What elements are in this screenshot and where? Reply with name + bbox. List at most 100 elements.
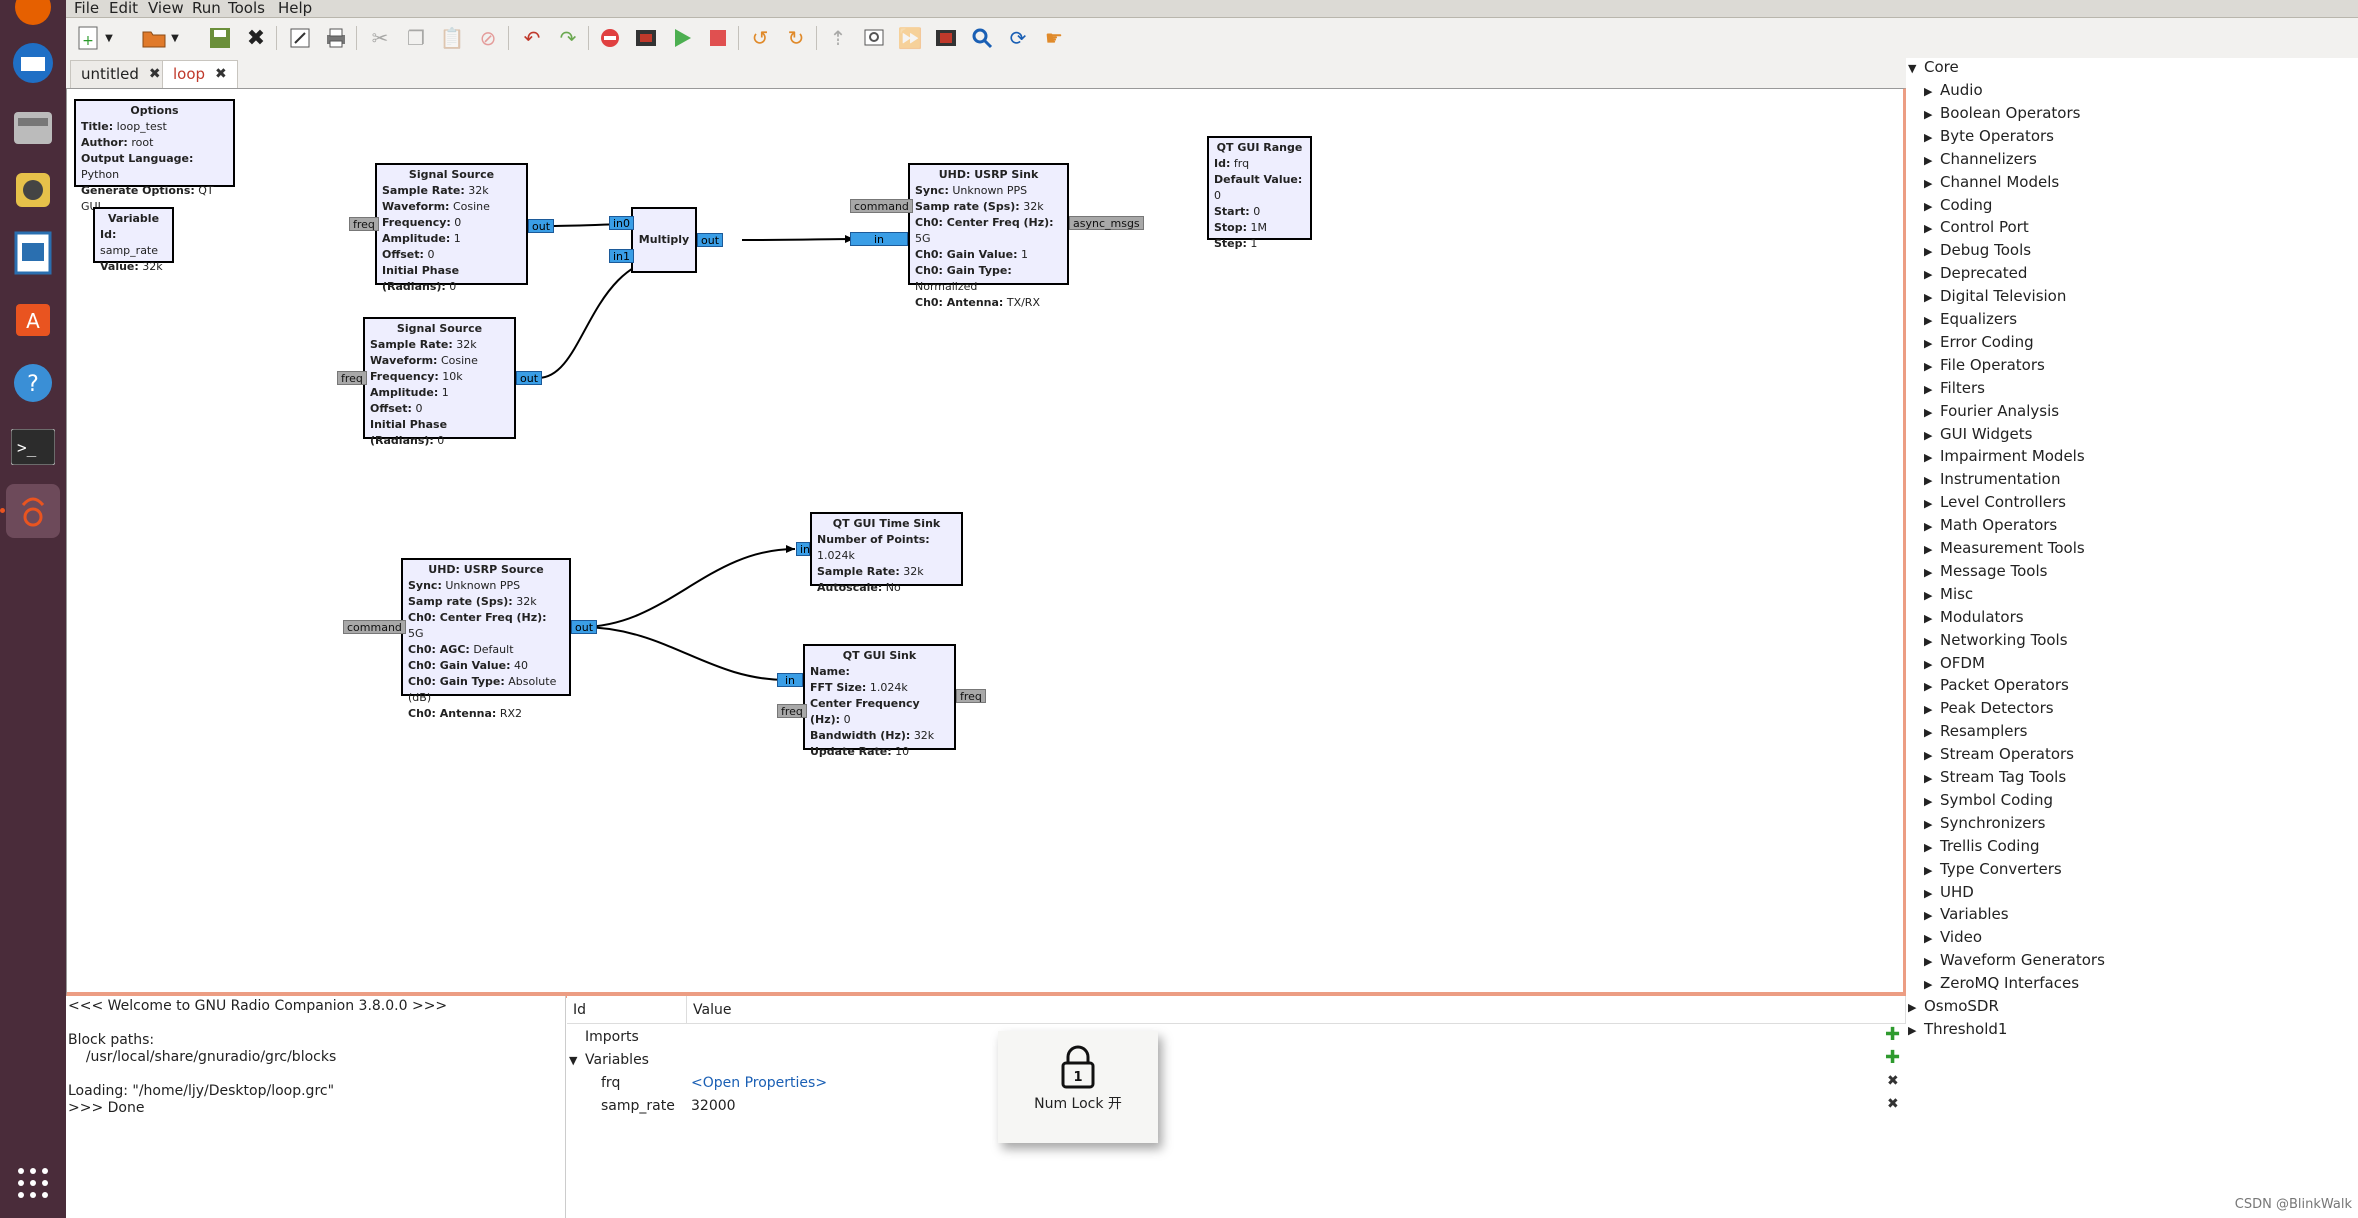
menu-help[interactable]: Help [278, 0, 312, 16]
rotate-ccw-icon[interactable]: ↺ [746, 24, 774, 52]
tree-node-category[interactable]: ▶ Networking Tools [1924, 631, 2068, 649]
tree-node-category[interactable]: ▶ UHD [1924, 883, 1974, 901]
imports-row[interactable]: Imports [585, 1029, 639, 1045]
tree-node-category[interactable]: ▶ OFDM [1924, 654, 1985, 672]
close-icon[interactable]: ✖ [149, 61, 161, 88]
tree-node-category[interactable]: ▶ Packet Operators [1924, 676, 2069, 694]
tree-node-category[interactable]: ▶ Boolean Operators [1924, 104, 2080, 122]
disable-block-icon[interactable] [596, 24, 624, 52]
signal-source-block[interactable]: Signal Source Sample Rate: 32k Waveform:… [363, 317, 516, 447]
block-library-tree[interactable]: ▼ Core ▶ Audio ▶ Boolean Operators ▶ Byte Oper… [1906, 58, 2358, 1218]
tree-node-category[interactable]: ▶ Stream Operators [1924, 745, 2074, 763]
show-apps-icon[interactable] [6, 1156, 60, 1210]
tree-node-category[interactable]: ▶ Stream Tag Tools [1924, 768, 2066, 786]
tree-node-category[interactable]: ▶ Digital Television [1924, 287, 2066, 305]
pointer-icon[interactable]: ☛ [1040, 24, 1068, 52]
usrp-sink-block[interactable]: UHD: USRP Sink Sync: Unknown PPS Samp ra… [908, 163, 1069, 309]
out-port[interactable]: out [571, 620, 598, 634]
flowgraph-canvas[interactable]: Options Title: loop_test Author: root Ou… [66, 88, 1907, 998]
tree-node-category[interactable]: ▶ Impairment Models [1924, 447, 2085, 465]
reload-icon[interactable]: ⟳ [1004, 24, 1032, 52]
menu-run[interactable]: Run [192, 0, 221, 16]
terminal-icon[interactable]: >_ [6, 420, 60, 474]
menu-file[interactable]: File [74, 0, 99, 16]
in1-port[interactable]: in1 [609, 249, 635, 263]
forward-icon[interactable]: ⏩ [896, 24, 924, 52]
undo-icon[interactable]: ↶ [518, 24, 546, 52]
new-dropdown-icon[interactable]: ▼ [102, 24, 116, 52]
variable-block[interactable]: Variable Id: samp_rate Value: 32k [93, 207, 174, 273]
move-icon[interactable]: ⇡ [824, 24, 852, 52]
usrp-source-block[interactable]: UHD: USRP Source Sync: Unknown PPS Samp … [401, 558, 571, 720]
tree-node-category[interactable]: ▶ Symbol Coding [1924, 791, 2053, 809]
redo-icon[interactable]: ↷ [554, 24, 582, 52]
tree-node-category[interactable]: ▶ Misc [1924, 585, 1973, 603]
in-port[interactable]: in [796, 542, 810, 556]
out-port[interactable]: out [697, 233, 724, 247]
tree-node-category[interactable]: ▶ Level Controllers [1924, 493, 2066, 511]
generate-icon[interactable] [286, 24, 314, 52]
delete-icon[interactable]: ✖ [1887, 1073, 1899, 1089]
qt-gui-sink-block[interactable]: QT GUI Sink Name: FFT Size: 1.024k Cente… [803, 644, 956, 758]
generate-flowgraph-icon[interactable] [632, 24, 660, 52]
files-icon[interactable] [6, 100, 60, 154]
freq-port[interactable]: freq [349, 217, 379, 231]
tree-node-category[interactable]: ▶ Variables [1924, 905, 2009, 923]
options-block[interactable]: Options Title: loop_test Author: root Ou… [74, 99, 235, 213]
close-icon[interactable]: ✖ [215, 61, 227, 88]
tree-node-category[interactable]: ▶ Byte Operators [1924, 127, 2054, 145]
tree-node-category[interactable]: ▶ Control Port [1924, 218, 2029, 236]
qt-gui-range-block[interactable]: QT GUI Range Id: frq Default Value: 0 St… [1207, 136, 1312, 250]
writer-icon[interactable] [6, 226, 60, 280]
gnuradio-icon[interactable] [6, 484, 60, 538]
execute-icon[interactable] [668, 24, 696, 52]
variable-id[interactable]: frq [601, 1075, 620, 1091]
tree-node-category[interactable]: ▶ Instrumentation [1924, 470, 2060, 488]
close-file-icon[interactable]: ✖ [242, 24, 270, 52]
tree-node-category[interactable]: ▶ Fourier Analysis [1924, 402, 2059, 420]
freq-port[interactable]: freq [777, 704, 807, 718]
tree-node-category[interactable]: ▶ Synchronizers [1924, 814, 2045, 832]
tree-node-category[interactable]: ▶ Measurement Tools [1924, 539, 2085, 557]
out-port[interactable]: out [516, 371, 543, 385]
paste-icon[interactable]: 📋 [438, 24, 466, 52]
cut-icon[interactable]: ✂ [366, 24, 394, 52]
command-port[interactable]: command [343, 620, 406, 634]
menu-tools[interactable]: Tools [228, 0, 265, 16]
tree-node-category[interactable]: ▶ Deprecated [1924, 264, 2027, 282]
command-port[interactable]: command [850, 199, 913, 213]
screenshot-icon[interactable] [932, 24, 960, 52]
tab-untitled[interactable]: untitled ✖ [70, 60, 172, 88]
stop-icon[interactable] [704, 24, 732, 52]
freq-port[interactable]: freq [956, 689, 986, 703]
column-header-value[interactable]: Value [687, 996, 1906, 1024]
menu-edit[interactable]: Edit [109, 0, 138, 16]
variable-value[interactable]: 32000 [691, 1098, 736, 1114]
tree-node-category[interactable]: ▶ Waveform Generators [1924, 951, 2105, 969]
tree-node-category[interactable]: ▶ Channel Models [1924, 173, 2059, 191]
rotate-cw-icon[interactable]: ↻ [782, 24, 810, 52]
rhythmbox-icon[interactable] [6, 163, 60, 217]
delete-icon[interactable]: ✖ [1887, 1096, 1899, 1112]
new-file-icon[interactable]: + [74, 24, 102, 52]
delete-icon[interactable]: ⊘ [474, 24, 502, 52]
async-msgs-port[interactable]: async_msgs [1069, 216, 1144, 230]
tree-node-category[interactable]: ▶ Filters [1924, 379, 1985, 397]
thunderbird-icon[interactable] [6, 36, 60, 90]
tree-node-category[interactable]: ▶ Trellis Coding [1924, 837, 2039, 855]
add-variable-icon[interactable]: ✚ [1885, 1047, 1900, 1068]
tree-node-category[interactable]: ▶ Coding [1924, 196, 1992, 214]
variable-id[interactable]: samp_rate [601, 1098, 675, 1114]
tree-node-category[interactable]: ▶ Audio [1924, 81, 1983, 99]
add-import-icon[interactable]: ✚ [1885, 1024, 1900, 1045]
print-icon[interactable] [322, 24, 350, 52]
in0-port[interactable]: in0 [609, 216, 635, 230]
save-icon[interactable] [206, 24, 234, 52]
out-port[interactable]: out [528, 219, 555, 233]
help-icon[interactable]: ? [6, 356, 60, 410]
tree-node-category[interactable]: ▶ Modulators [1924, 608, 2024, 626]
search-icon[interactable] [968, 24, 996, 52]
freq-port[interactable]: freq [337, 371, 367, 385]
tree-node-category[interactable]: ▶ Message Tools [1924, 562, 2047, 580]
firefox-icon[interactable] [6, 0, 60, 34]
